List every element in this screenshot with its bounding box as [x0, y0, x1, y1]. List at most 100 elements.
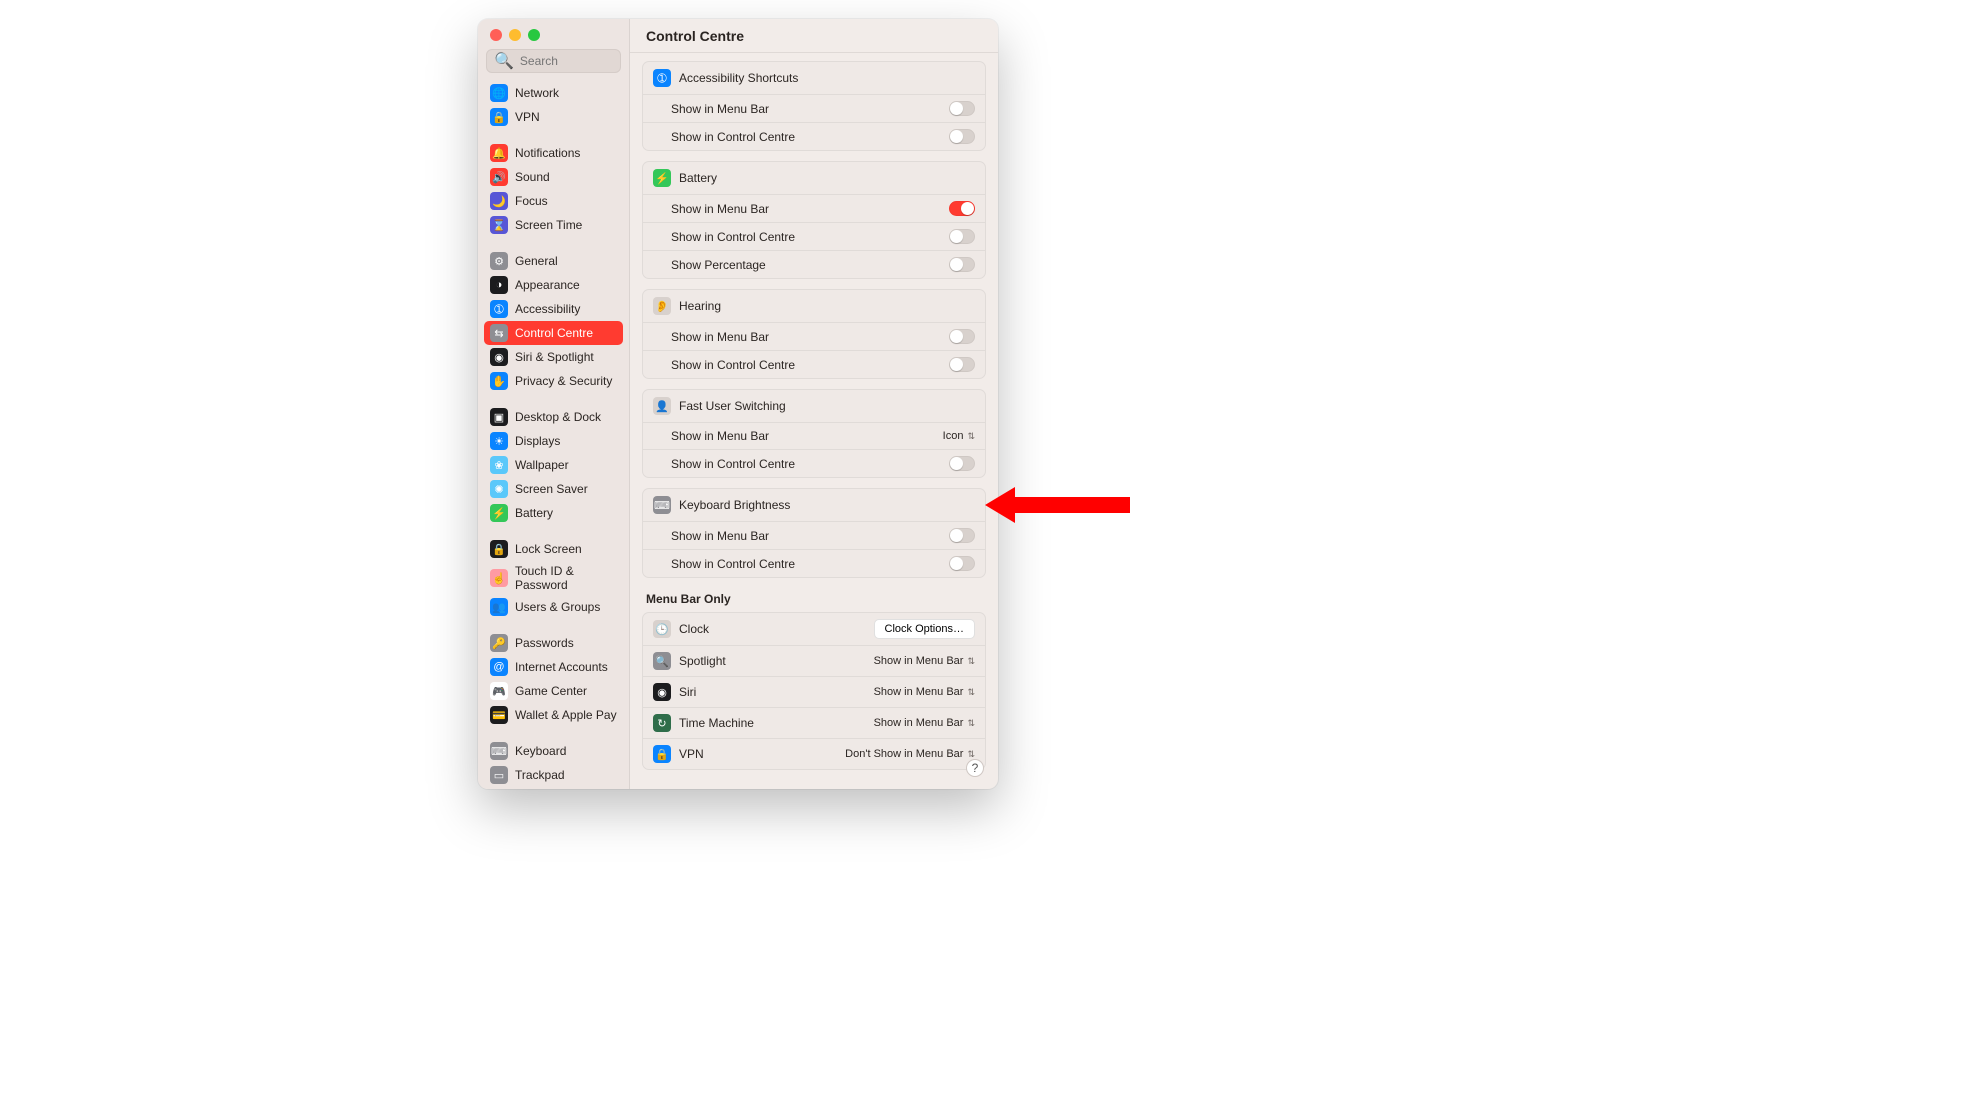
sidebar-icon: ◑ [490, 276, 508, 294]
sidebar-item-label: Desktop & Dock [515, 410, 601, 424]
toggle-switch[interactable] [949, 201, 975, 216]
sidebar-item-touch-id-password[interactable]: ☝ Touch ID & Password [484, 561, 623, 595]
content-scroll[interactable]: ➀ Accessibility Shortcuts Show in Menu Bar… [630, 53, 998, 789]
dropdown-select[interactable]: Show in Menu Bar⇅ [874, 686, 975, 698]
sidebar-item-label: Privacy & Security [515, 374, 612, 388]
setting-label: Show in Control Centre [671, 557, 795, 571]
settings-group-hearing: 👂HearingShow in Menu BarShow in Control … [642, 289, 986, 379]
dropdown-select[interactable]: Don't Show in Menu Bar⇅ [845, 748, 975, 760]
toggle-switch[interactable] [949, 257, 975, 272]
sidebar-icon: ⌛ [490, 216, 508, 234]
sidebar-icon: 🌐 [490, 84, 508, 102]
sidebar-item-trackpad[interactable]: ▭Trackpad [484, 763, 623, 787]
menubar-row-siri: ◉ Siri Show in Menu Bar⇅ [643, 676, 985, 707]
sidebar-icon: ▣ [490, 408, 508, 426]
sidebar-item-accessibility[interactable]: ➀Accessibility [484, 297, 623, 321]
setting-row: Show Percentage [643, 250, 985, 278]
main-header: Control Centre [630, 19, 998, 53]
sidebar-item-label: Touch ID & Password [515, 564, 617, 592]
annotation-arrow [985, 487, 1130, 523]
group-title: Accessibility Shortcuts [679, 71, 798, 85]
chevron-updown-icon: ⇅ [967, 718, 975, 729]
sidebar-item-privacy-security[interactable]: ✋Privacy & Security [484, 369, 623, 393]
toggle-switch[interactable] [949, 357, 975, 372]
close-icon[interactable] [490, 29, 502, 41]
sidebar-icon: ◉ [490, 348, 508, 366]
row-icon: 🕒 [653, 620, 671, 638]
sidebar-item-wallpaper[interactable]: ❀Wallpaper [484, 453, 623, 477]
search-input[interactable] [520, 54, 613, 68]
dropdown-select[interactable]: Show in Menu Bar⇅ [874, 655, 975, 667]
help-button[interactable]: ? [966, 759, 984, 777]
setting-label: Show in Menu Bar [671, 102, 769, 116]
sidebar-item-desktop-dock[interactable]: ▣ Desktop & Dock [484, 405, 623, 429]
sidebar-item-label: Trackpad [515, 768, 565, 782]
sidebar-item-screen-saver[interactable]: ✺Screen Saver [484, 477, 623, 501]
toggle-switch[interactable] [949, 129, 975, 144]
group-icon: ➀ [653, 69, 671, 87]
select-value: Don't Show in Menu Bar [845, 748, 963, 760]
sidebar-item-game-center[interactable]: 🎮Game Center [484, 679, 623, 703]
select-value: Show in Menu Bar [874, 686, 964, 698]
sidebar-list[interactable]: 🌐Network🔒VPN🔔Notifications🔊Sound🌙Focus⌛S… [478, 81, 629, 789]
section-label: Menu Bar Only [642, 588, 986, 612]
window-controls [478, 19, 629, 49]
sidebar-item-control-centre[interactable]: ⇆Control Centre [484, 321, 623, 345]
sidebar-icon: ☝ [490, 569, 508, 587]
sidebar-item-battery[interactable]: ⚡Battery [484, 501, 623, 525]
setting-row: Show in Control Centre [643, 222, 985, 250]
zoom-icon[interactable] [528, 29, 540, 41]
group-icon: 👤 [653, 397, 671, 415]
sidebar-item-label: Users & Groups [515, 600, 600, 614]
sidebar-item-notifications[interactable]: 🔔Notifications [484, 141, 623, 165]
sidebar-item-vpn[interactable]: 🔒VPN [484, 105, 623, 129]
sidebar: 🔍 🌐Network🔒VPN 🔔Notifications🔊Sound🌙Focus… [478, 19, 630, 789]
sidebar-item-displays[interactable]: ☀Displays [484, 429, 623, 453]
row-label: Siri [679, 685, 696, 699]
sidebar-item-internet-accounts[interactable]: @Internet Accounts [484, 655, 623, 679]
setting-row: Show in Menu BarIcon⇅ [643, 422, 985, 449]
sidebar-item-wallet-apple-pay[interactable]: 💳Wallet & Apple Pay [484, 703, 623, 727]
sidebar-item-label: Focus [515, 194, 548, 208]
sidebar-item-siri-spotlight[interactable]: ◉ Siri & Spotlight [484, 345, 623, 369]
sidebar-item-label: Battery [515, 506, 553, 520]
sidebar-item-screen-time[interactable]: ⌛Screen Time [484, 213, 623, 237]
sidebar-icon: 🎮 [490, 682, 508, 700]
row-label: Spotlight [679, 654, 726, 668]
sidebar-item-lock-screen[interactable]: 🔒Lock Screen [484, 537, 623, 561]
search-icon: 🔍 [494, 51, 514, 71]
group-title: Hearing [679, 299, 721, 313]
row-label: Time Machine [679, 716, 754, 730]
sidebar-item-network[interactable]: 🌐Network [484, 81, 623, 105]
sidebar-item-passwords[interactable]: 🔑Passwords [484, 631, 623, 655]
minimize-icon[interactable] [509, 29, 521, 41]
dropdown-select[interactable]: Show in Menu Bar⇅ [874, 717, 975, 729]
toggle-switch[interactable] [949, 556, 975, 571]
toggle-switch[interactable] [949, 456, 975, 471]
system-settings-window: 🔍 🌐Network🔒VPN 🔔Notifications🔊Sound🌙Focus… [478, 19, 998, 789]
arrow-left-icon [985, 487, 1015, 523]
toggle-switch[interactable] [949, 229, 975, 244]
sidebar-item-sound[interactable]: 🔊Sound [484, 165, 623, 189]
toggle-switch[interactable] [949, 101, 975, 116]
row-icon: ◉ [653, 683, 671, 701]
setting-label: Show in Control Centre [671, 230, 795, 244]
clock-options-button[interactable]: Clock Options… [874, 619, 975, 639]
dropdown-select[interactable]: Icon⇅ [943, 430, 975, 442]
row-label: Clock [679, 622, 709, 636]
setting-label: Show in Menu Bar [671, 202, 769, 216]
sidebar-item-general[interactable]: ⚙General [484, 249, 623, 273]
menubar-row-time-machine: ↻Time MachineShow in Menu Bar⇅ [643, 707, 985, 738]
chevron-updown-icon: ⇅ [967, 431, 975, 442]
search-field[interactable]: 🔍 [486, 49, 621, 73]
sidebar-icon: ❀ [490, 456, 508, 474]
sidebar-item-appearance[interactable]: ◑Appearance [484, 273, 623, 297]
setting-row: Show in Menu Bar [643, 521, 985, 549]
toggle-switch[interactable] [949, 528, 975, 543]
sidebar-item-users-groups[interactable]: 👥Users & Groups [484, 595, 623, 619]
sidebar-item-printers-scanners[interactable]: 🖨Printers & Scanners [484, 787, 623, 789]
sidebar-item-keyboard[interactable]: ⌨Keyboard [484, 739, 623, 763]
toggle-switch[interactable] [949, 329, 975, 344]
sidebar-item-focus[interactable]: 🌙Focus [484, 189, 623, 213]
sidebar-item-label: Siri & Spotlight [515, 350, 594, 364]
